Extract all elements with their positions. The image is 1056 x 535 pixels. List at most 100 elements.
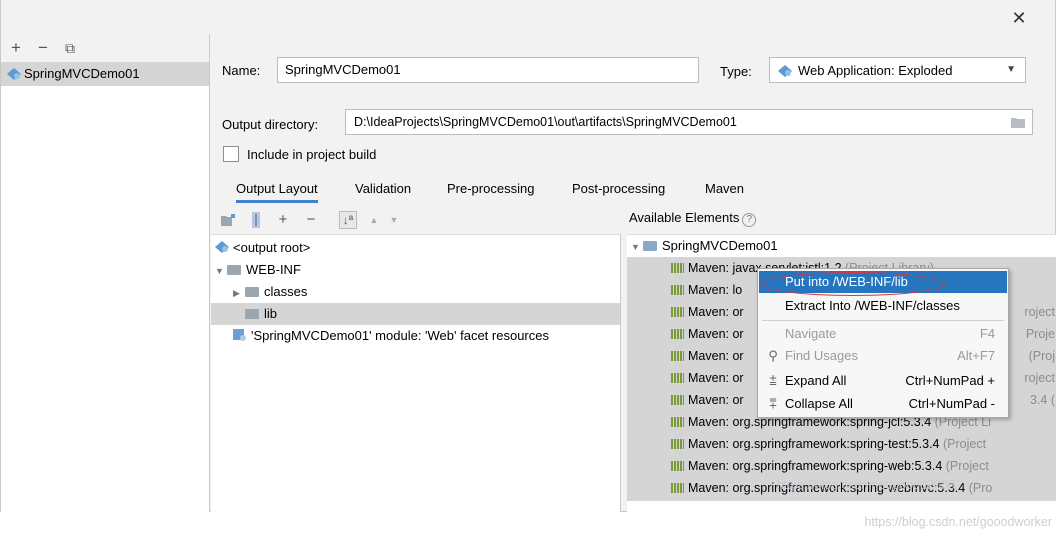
watermark-bottom: https://blog.csdn.net/gooodworker <box>864 515 1052 529</box>
tree-item-lib[interactable]: lib <box>211 303 620 325</box>
library-icon <box>671 307 684 317</box>
include-in-build-label: Include in project build <box>247 147 377 162</box>
tree-item-facet-resources[interactable]: 'SpringMVCDemo01' module: 'Web' facet re… <box>233 325 549 347</box>
menu-shortcut: F4 <box>979 326 995 341</box>
library-suffix: (Proj <box>1028 349 1055 363</box>
tree-item-output-root[interactable]: <output root> <box>215 237 310 259</box>
menu-shortcut: Ctrl+NumPad - <box>908 396 995 411</box>
folder-icon[interactable] <box>1011 116 1025 128</box>
tab-bar: Output Layout Validation Pre-processing … <box>223 173 1043 203</box>
context-menu: Put into /WEB-INF/lib Extract Into /WEB-… <box>757 268 1009 418</box>
menu-item-extract-into-classes[interactable]: Extract Into /WEB-INF/classes <box>759 295 1007 317</box>
output-directory-input[interactable]: D:\IdeaProjects\SpringMVCDemo01\out\arti… <box>345 109 1033 135</box>
menu-item-put-into-lib[interactable]: Put into /WEB-INF/lib <box>759 271 1007 293</box>
library-name: Maven: or <box>688 349 744 363</box>
web-artifact-icon <box>7 68 21 80</box>
library-name: Maven: org.springframework:spring-web:5.… <box>688 459 943 473</box>
library-suffix: (Project <box>942 437 987 451</box>
output-layout-toolbar: + − ↓ª ▲ ▼ <box>211 206 621 234</box>
include-in-build-checkbox[interactable] <box>223 146 239 162</box>
library-suffix: Proje <box>1025 327 1055 341</box>
menu-item-navigate[interactable]: Navigate F4 <box>759 323 1007 345</box>
folder-icon <box>245 287 259 297</box>
library-icon <box>671 439 684 449</box>
library-icon <box>671 329 684 339</box>
menu-item-expand-all[interactable]: ⩲ Expand All Ctrl+NumPad + <box>759 370 1007 392</box>
web-artifact-icon <box>778 65 792 77</box>
menu-item-label: Find Usages <box>785 348 858 363</box>
name-input[interactable]: SpringMVCDemo01 <box>277 57 699 83</box>
expanded-arrow-icon[interactable]: ▼ <box>631 236 643 257</box>
library-icon <box>671 461 684 471</box>
remove-element-icon[interactable]: − <box>303 210 319 230</box>
library-icon <box>671 417 684 427</box>
expanded-arrow-icon[interactable]: ▼ <box>215 260 227 282</box>
tree-item-label: SpringMVCDemo01 <box>662 238 778 253</box>
type-value: Web Application: Exploded <box>798 63 953 78</box>
copy-icon[interactable]: ⧉ <box>61 38 79 58</box>
menu-separator <box>762 320 1004 321</box>
help-icon[interactable]: ? <box>742 213 757 227</box>
folder-icon <box>227 265 241 275</box>
add-copy-icon[interactable]: + <box>275 210 291 230</box>
folder-icon <box>245 309 259 319</box>
remove-icon[interactable]: − <box>34 38 52 58</box>
tab-pre-processing[interactable]: Pre-processing <box>447 181 534 196</box>
new-directory-icon[interactable] <box>221 214 235 226</box>
menu-item-label: Put into /WEB-INF/lib <box>785 274 908 289</box>
library-name: Maven: or <box>688 371 744 385</box>
type-label: Type: <box>720 64 752 79</box>
library-item[interactable]: Maven: org.springframework:spring-test:5… <box>671 433 1055 455</box>
tree-item-module-root[interactable]: ▼ SpringMVCDemo01 <box>631 235 778 257</box>
available-elements-title: Available Elements? <box>629 210 757 227</box>
menu-item-collapse-all[interactable]: ⩱ Collapse All Ctrl+NumPad - <box>759 393 1007 415</box>
library-name: Maven: org.springframework:spring-test:5… <box>688 437 940 451</box>
tree-item-classes[interactable]: ▶ classes <box>233 281 307 303</box>
facet-resources-icon <box>233 329 246 341</box>
menu-shortcut: Alt+F7 <box>957 348 995 363</box>
library-item[interactable]: Maven: org.springframework:spring-web:5.… <box>671 455 1055 477</box>
library-icon <box>671 373 684 383</box>
move-up-icon[interactable]: ▲ <box>367 210 381 230</box>
library-name: Maven: lo <box>688 283 743 297</box>
library-suffix: roject <box>1024 305 1055 319</box>
menu-item-find-usages[interactable]: ⚲ Find Usages Alt+F7 <box>759 345 1007 367</box>
watermark-overlay: https://blog.csdn.net/goood2006 <box>777 478 955 492</box>
add-icon[interactable]: + <box>7 38 25 58</box>
tree-item-label: WEB-INF <box>246 262 301 277</box>
type-select[interactable]: Web Application: Exploded ▼ <box>769 57 1026 83</box>
artifact-item[interactable]: SpringMVCDemo01 <box>1 62 209 86</box>
menu-item-label: Collapse All <box>785 396 853 411</box>
tree-item-web-inf[interactable]: ▼ WEB-INF <box>215 259 301 281</box>
output-directory-value: D:\IdeaProjects\SpringMVCDemo01\out\arti… <box>354 115 737 129</box>
search-icon: ⚲ <box>768 348 778 363</box>
menu-item-label: Extract Into /WEB-INF/classes <box>785 298 960 313</box>
tab-output-layout[interactable]: Output Layout <box>236 181 318 203</box>
artifacts-toolbar: + − ⧉ <box>1 34 209 62</box>
menu-item-label: Navigate <box>785 326 837 341</box>
library-suffix: 3.4 ( <box>1029 393 1055 407</box>
output-layout-tree: <output root> ▼ WEB-INF ▶ classes lib 'Spr… <box>211 234 621 512</box>
menu-item-label: Expand All <box>785 373 847 388</box>
library-icon <box>671 351 684 361</box>
collapsed-arrow-icon[interactable]: ▶ <box>233 282 245 304</box>
library-name: Maven: or <box>688 327 744 341</box>
library-name: Maven: or <box>688 305 744 319</box>
tree-item-label: 'SpringMVCDemo01' module: 'Web' facet re… <box>251 328 549 343</box>
tree-item-label: lib <box>264 306 278 321</box>
web-artifact-icon <box>215 241 229 253</box>
module-icon <box>643 241 657 251</box>
available-elements-label: Available Elements <box>629 210 740 225</box>
tree-item-label: <output root> <box>233 240 311 255</box>
tab-post-processing[interactable]: Post-processing <box>572 181 665 196</box>
tab-maven[interactable]: Maven <box>705 181 744 196</box>
sort-icon[interactable]: ↓ª <box>339 211 357 229</box>
close-icon[interactable]: ✕ <box>1009 8 1029 28</box>
archive-icon[interactable] <box>251 212 261 228</box>
page-bottom: https://blog.csdn.net/gooodworker <box>0 512 1056 535</box>
collapse-all-icon: ⩱ <box>769 396 777 411</box>
menu-shortcut: Ctrl+NumPad + <box>905 373 995 388</box>
tab-validation[interactable]: Validation <box>355 181 411 196</box>
move-down-icon[interactable]: ▼ <box>387 210 401 230</box>
expand-all-icon: ⩲ <box>769 373 777 388</box>
